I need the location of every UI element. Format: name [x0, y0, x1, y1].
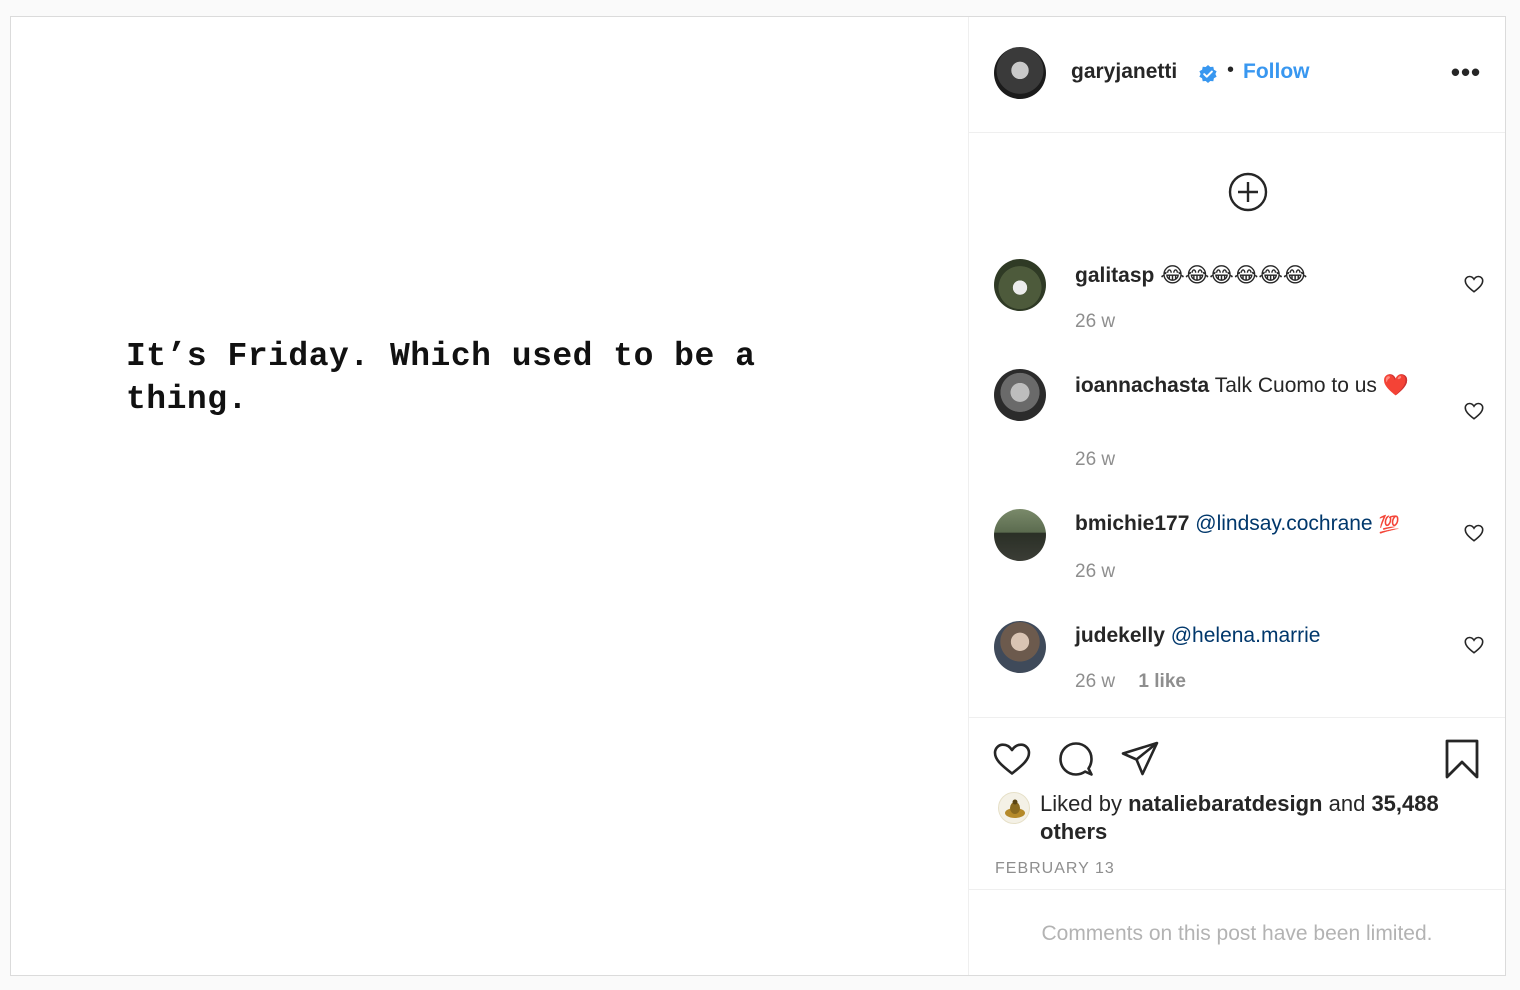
- like-heart-icon[interactable]: [991, 738, 1033, 780]
- comment-body: galitasp 😂😂😂😂😂😂: [1075, 262, 1445, 290]
- comment-time[interactable]: 26 w: [1075, 311, 1115, 332]
- comment-like-count[interactable]: 1 like: [1138, 671, 1186, 692]
- post-header: garyjanetti • Follow •••: [969, 17, 1505, 133]
- post-date[interactable]: FEBRUARY 13: [995, 860, 1115, 878]
- commenter-avatar[interactable]: [994, 369, 1046, 421]
- post-sidebar: garyjanetti • Follow ••• galitasp 😂😂😂😂😂😂…: [969, 17, 1505, 975]
- author-avatar[interactable]: [994, 47, 1046, 99]
- load-more-comments-icon[interactable]: [1227, 171, 1269, 213]
- save-bookmark-icon[interactable]: [1441, 738, 1483, 780]
- comment-meta: 26 w: [1075, 449, 1133, 471]
- comment-emoji: ❤️: [1382, 374, 1409, 397]
- liked-by-avatar[interactable]: [998, 792, 1030, 824]
- share-paper-plane-icon[interactable]: [1119, 738, 1161, 780]
- liked-by-prefix: Liked by: [1040, 791, 1122, 816]
- comment-time[interactable]: 26 w: [1075, 561, 1115, 582]
- post-actions: Liked by nataliebaratdesign and 35,488 o…: [969, 717, 1505, 889]
- verified-badge-icon: [1199, 65, 1217, 83]
- comment-mention[interactable]: @lindsay.cochrane: [1195, 512, 1372, 535]
- comment-text: Talk Cuomo to us: [1214, 374, 1377, 397]
- liked-by-user[interactable]: nataliebaratdesign: [1128, 791, 1322, 816]
- header-separator: •: [1227, 59, 1235, 81]
- comments-footer: Comments on this post have been limited.: [969, 889, 1505, 975]
- comment-username[interactable]: ioannachasta: [1075, 374, 1209, 397]
- liked-by-avatar-logo: [1005, 799, 1025, 818]
- post-image[interactable]: It’s Friday. Which used to be a thing.: [11, 17, 969, 975]
- comment-meta: 26 w 1 like: [1075, 671, 1204, 693]
- comment-emoji: 💯: [1378, 515, 1400, 534]
- comment-like-heart-icon[interactable]: [1463, 634, 1485, 656]
- comment-username[interactable]: judekelly: [1075, 624, 1165, 647]
- comments-limited-notice: Comments on this post have been limited.: [1041, 922, 1433, 945]
- comment-like-heart-icon[interactable]: [1463, 273, 1485, 295]
- comment-bubble-icon[interactable]: [1055, 738, 1097, 780]
- post-card: It’s Friday. Which used to be a thing. g…: [10, 16, 1506, 976]
- author-username[interactable]: garyjanetti: [1071, 60, 1177, 84]
- more-options-icon[interactable]: •••: [1449, 57, 1483, 91]
- comment-time[interactable]: 26 w: [1075, 671, 1115, 692]
- comment-body: ioannachasta Talk Cuomo to us ❤️: [1075, 372, 1445, 400]
- comment-meta: 26 w: [1075, 561, 1133, 583]
- post-image-text: It’s Friday. Which used to be a thing.: [126, 338, 756, 418]
- commenter-avatar[interactable]: [994, 259, 1046, 311]
- liked-by-joiner: and: [1328, 791, 1366, 816]
- liked-by-text: Liked by nataliebaratdesign and 35,488 o…: [1040, 790, 1460, 846]
- comment-like-heart-icon[interactable]: [1463, 400, 1485, 422]
- commenter-avatar[interactable]: [994, 621, 1046, 673]
- comment-time[interactable]: 26 w: [1075, 449, 1115, 470]
- comment-like-heart-icon[interactable]: [1463, 522, 1485, 544]
- follow-button[interactable]: Follow: [1243, 60, 1310, 84]
- comment-username[interactable]: bmichie177: [1075, 512, 1189, 535]
- comment-meta: 26 w: [1075, 311, 1133, 333]
- comment-text: 😂😂😂😂😂😂: [1160, 264, 1308, 287]
- commenter-avatar[interactable]: [994, 509, 1046, 561]
- comment-username[interactable]: galitasp: [1075, 264, 1154, 287]
- comment-mention[interactable]: @helena.marrie: [1171, 624, 1321, 647]
- comment-body: judekelly @helena.marrie: [1075, 622, 1445, 650]
- comment-body: bmichie177 @lindsay.cochrane 💯: [1075, 510, 1455, 539]
